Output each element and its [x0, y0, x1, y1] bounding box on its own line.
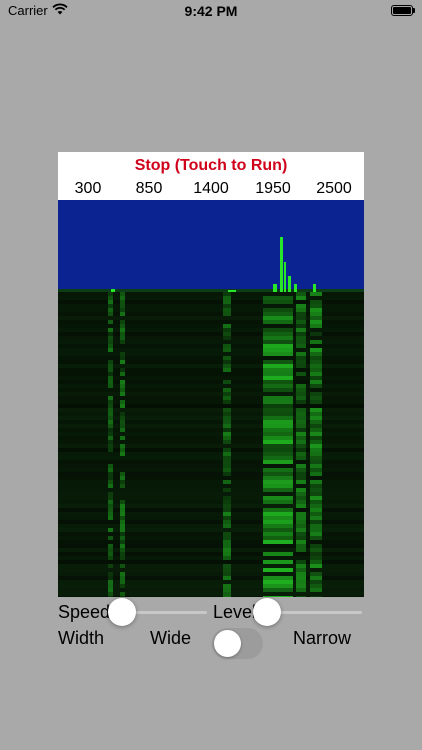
level-label: Level [213, 602, 257, 622]
speed-slider[interactable] [108, 598, 207, 626]
width-toggle[interactable] [212, 628, 263, 659]
run-status-button[interactable]: Stop (Touch to Run) [58, 157, 364, 175]
speed-slider-thumb[interactable] [108, 598, 136, 626]
freq-label: 300 [74, 180, 102, 197]
level-slider-thumb[interactable] [253, 598, 281, 626]
display-header[interactable]: Stop (Touch to Run) 300 850 1400 1950 25… [58, 152, 364, 200]
status-bar: Carrier 9:42 PM [0, 0, 422, 24]
freq-label: 1950 [255, 180, 291, 197]
freq-label: 850 [135, 180, 163, 197]
spectrum-panel[interactable]: Stop (Touch to Run) 300 850 1400 1950 25… [58, 152, 364, 597]
waterfall-display[interactable] [58, 292, 364, 597]
freq-label: 1400 [193, 180, 229, 197]
level-slider[interactable] [253, 598, 362, 626]
freq-label: 2500 [316, 180, 352, 197]
spectrum-graph [58, 237, 364, 292]
spectrum-display[interactable] [58, 200, 364, 292]
width-toggle-knob [214, 630, 241, 657]
waterfall-graph [58, 292, 364, 597]
speed-label: Speed [58, 602, 111, 622]
battery-tip [413, 8, 415, 13]
status-time: 9:42 PM [184, 3, 238, 19]
width-label: Width [58, 628, 105, 648]
narrow-label: Narrow [293, 628, 352, 648]
wide-label: Wide [150, 628, 192, 648]
battery-icon [391, 5, 413, 16]
